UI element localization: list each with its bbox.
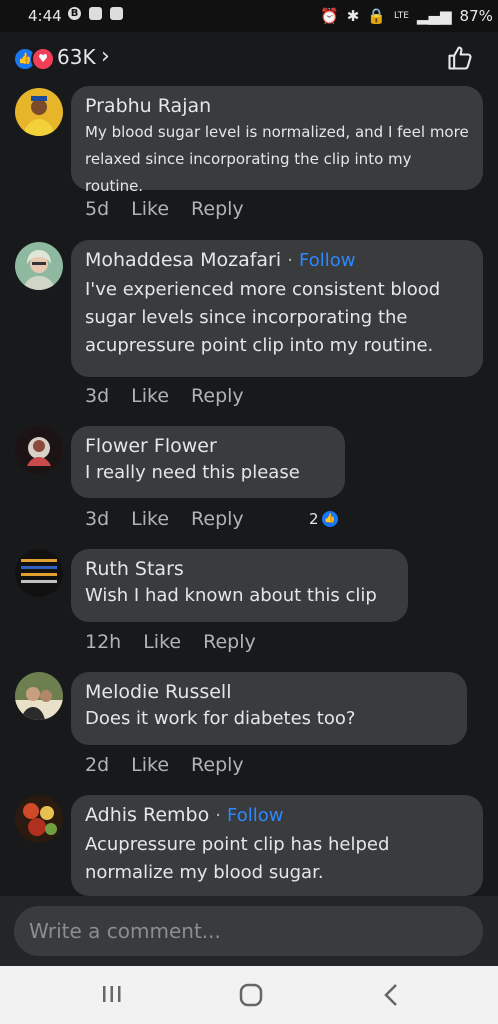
comment-actions: 12h Like Reply — [85, 631, 256, 653]
comment-time: 3d — [85, 508, 110, 530]
like-button[interactable]: Like — [131, 508, 169, 530]
comment-bubble[interactable]: Melodie Russell Does it work for diabete… — [71, 672, 467, 745]
comment-text: I've experienced more consistent blood s… — [85, 279, 441, 356]
signal-icon: ▂▄▆ — [416, 7, 452, 25]
comment-bubble[interactable]: Flower Flower I really need this please — [71, 426, 345, 498]
commenter-name[interactable]: Adhis Rembo — [85, 804, 209, 826]
avatar[interactable] — [15, 88, 63, 136]
network-label: LTE — [393, 11, 409, 21]
reaction-count[interactable]: 63K — [57, 45, 96, 69]
comment-text: Does it work for diabetes too? — [85, 708, 356, 729]
comment-reaction-count[interactable]: 2 👍 — [309, 510, 338, 528]
comment-time: 5d — [85, 198, 110, 220]
comment-bubble[interactable]: Prabhu Rajan My blood sugar level is nor… — [71, 86, 483, 195]
like-reaction-icon: 👍 — [321, 511, 338, 527]
reply-button[interactable]: Reply — [203, 631, 256, 653]
separator-dot: · — [287, 250, 293, 271]
thumbs-up-icon[interactable] — [446, 44, 474, 76]
gallery-icon — [89, 7, 102, 20]
comment-bubble[interactable]: Adhis Rembo · Follow Acupressure point c… — [71, 795, 483, 896]
system-nav-bar — [0, 966, 498, 1024]
bluetooth-icon: ✱ — [346, 7, 360, 25]
follow-button[interactable]: Follow — [299, 250, 355, 271]
alarm-icon: ⏰ — [320, 7, 339, 25]
avatar[interactable] — [15, 549, 63, 597]
avatar[interactable] — [15, 672, 63, 720]
comment-bubble[interactable]: Mohaddesa Mozafari · Follow I've experie… — [71, 240, 483, 377]
reaction-number: 2 — [309, 510, 319, 528]
like-button[interactable]: Like — [143, 631, 181, 653]
like-button[interactable]: Like — [131, 198, 169, 220]
reply-button[interactable]: Reply — [191, 385, 244, 407]
comment-actions: 2d Like Reply — [85, 754, 244, 776]
comment-actions: 3d Like Reply — [85, 508, 244, 530]
commenter-name-row: Adhis Rembo · Follow — [85, 804, 469, 826]
comment-time: 2d — [85, 754, 110, 776]
comment-time: 3d — [85, 385, 110, 407]
notification-b-icon: B — [68, 7, 81, 20]
comment-text: Acupressure point clip has helped normal… — [85, 834, 390, 883]
comment-bubble[interactable]: Ruth Stars Wish I had known about this c… — [71, 549, 408, 622]
love-reaction-icon: ♥ — [31, 47, 55, 71]
commenter-name[interactable]: Mohaddesa Mozafari — [85, 249, 281, 271]
commenter-name[interactable]: Melodie Russell — [85, 681, 453, 703]
reply-button[interactable]: Reply — [191, 198, 244, 220]
comment-text: Wish I had known about this clip — [85, 585, 377, 606]
status-right-icons: ⏰ ✱ 🔒 LTE ▂▄▆ 87% — [320, 7, 498, 25]
chevron-right-icon[interactable]: › — [101, 44, 110, 69]
comment-input[interactable]: Write a comment... — [14, 906, 483, 956]
follow-button[interactable]: Follow — [227, 805, 283, 826]
comment-text: My blood sugar level is normalized, and … — [85, 123, 469, 195]
comment-actions: 3d Like Reply — [85, 385, 244, 407]
commenter-name[interactable]: Flower Flower — [85, 435, 331, 457]
status-time: 4:44 — [28, 7, 62, 25]
commenter-name[interactable]: Ruth Stars — [85, 558, 394, 580]
commenter-name-row: Mohaddesa Mozafari · Follow — [85, 249, 469, 271]
avatar[interactable] — [15, 795, 63, 843]
reply-button[interactable]: Reply — [191, 754, 244, 776]
comment-text: I really need this please — [85, 462, 300, 483]
back-icon[interactable] — [380, 981, 402, 1013]
message-icon — [110, 7, 123, 20]
commenter-name[interactable]: Prabhu Rajan — [85, 95, 469, 117]
recent-apps-icon[interactable] — [101, 981, 123, 1011]
status-left-icons: B — [68, 7, 123, 20]
comment-actions: 5d Like Reply — [85, 198, 244, 220]
lock-icon: 🔒 — [367, 7, 386, 25]
like-button[interactable]: Like — [131, 754, 169, 776]
like-button[interactable]: Like — [131, 385, 169, 407]
avatar[interactable] — [15, 242, 63, 290]
home-icon[interactable] — [237, 981, 265, 1013]
comment-time: 12h — [85, 631, 122, 653]
avatar[interactable] — [15, 426, 63, 474]
battery-percent: 87% — [459, 7, 493, 25]
reply-button[interactable]: Reply — [191, 508, 244, 530]
comment-composer: Write a comment... — [0, 896, 498, 966]
status-bar: 4:44 B ⏰ ✱ 🔒 LTE ▂▄▆ 87% — [0, 0, 498, 32]
separator-dot: · — [215, 805, 221, 826]
